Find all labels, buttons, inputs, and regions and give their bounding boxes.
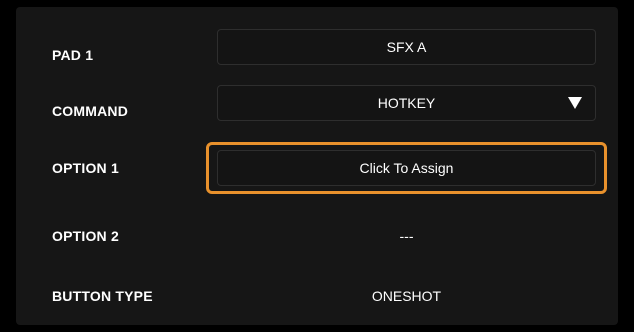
pad-name-value: SFX A [386,39,427,55]
click-to-assign-label: Click To Assign [359,160,454,176]
pad-label: PAD 1 [52,47,94,63]
command-value: HOTKEY [377,95,436,111]
command-dropdown[interactable]: HOTKEY [217,85,596,121]
command-label: COMMAND [52,103,129,119]
option1-label: OPTION 1 [52,160,119,176]
option2-label: OPTION 2 [52,228,119,244]
pad-name-field[interactable]: SFX A [217,29,596,65]
option2-value: --- [399,228,414,244]
triangle-down-icon [568,97,582,109]
pad-settings-panel: PAD 1 SFX A COMMAND HOTKEY OPTION 1 Clic… [16,7,618,325]
button-type-label: BUTTON TYPE [52,288,153,304]
button-type-value[interactable]: ONESHOT [217,278,596,314]
click-to-assign-button[interactable]: Click To Assign [217,150,596,186]
